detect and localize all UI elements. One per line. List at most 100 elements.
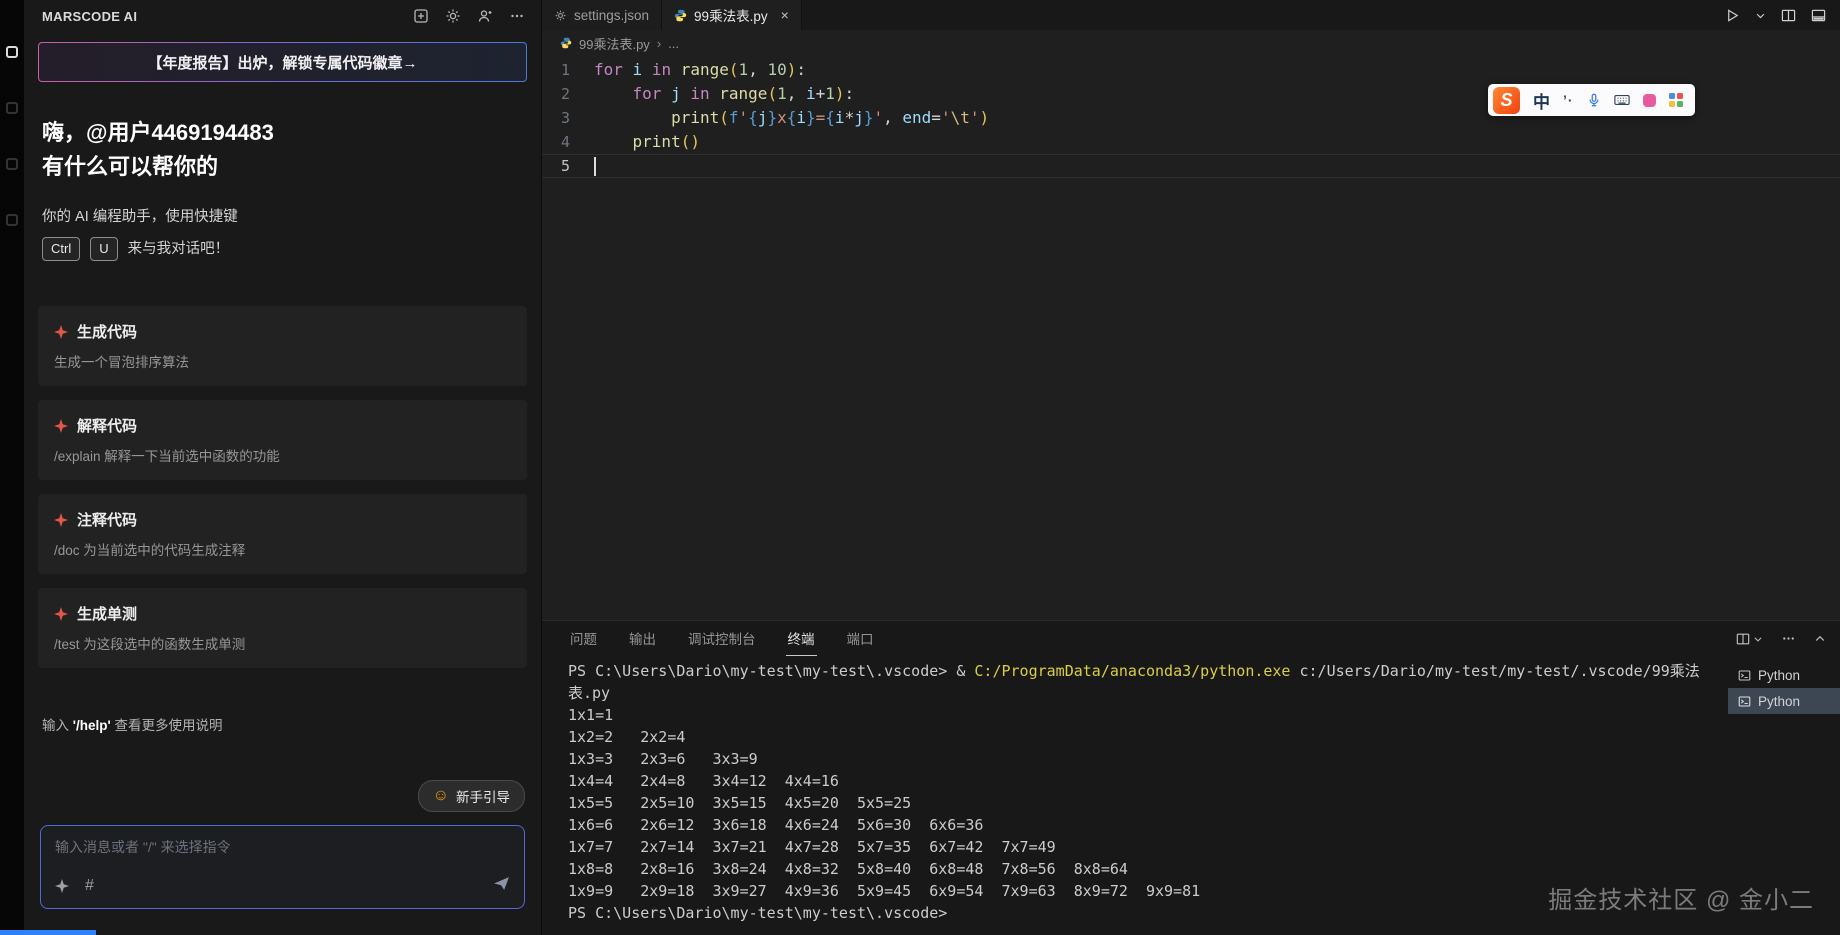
guide-button-label: 新手引导: [456, 786, 510, 806]
hash-context-button[interactable]: #: [85, 877, 94, 895]
spark-icon: [54, 607, 68, 621]
greeting-line1: 嗨，@用户4469194483: [42, 116, 523, 150]
panel-tab-output[interactable]: 输出: [627, 621, 658, 656]
python-icon: [560, 37, 572, 49]
panel-tab-ports[interactable]: 端口: [845, 621, 876, 656]
intro-line2: 来与我对话吧！: [128, 236, 230, 262]
intro-line1: 你的 AI 编程助手，使用快捷键: [42, 204, 523, 230]
greeting: 嗨，@用户4469194483 有什么可以帮你的: [42, 116, 523, 184]
card-generate-test[interactable]: 生成单测 /test 为这段选中的函数生成单测: [38, 588, 527, 668]
more-icon[interactable]: [1781, 631, 1796, 646]
editor-actions: [1725, 0, 1840, 30]
line-number: 5: [542, 154, 594, 178]
breadcrumb[interactable]: 99乘法表.py › ...: [542, 30, 1840, 56]
ime-punctuation-icon[interactable]: ’·: [1563, 92, 1574, 108]
panel-actions: [1736, 631, 1826, 646]
line-number: 1: [542, 58, 594, 82]
line-number: 2: [542, 82, 594, 106]
card-title: 生成单测: [77, 603, 137, 624]
activity-icon-3[interactable]: [6, 214, 18, 226]
keyboard-icon[interactable]: [1614, 93, 1630, 107]
more-icon[interactable]: [509, 8, 525, 24]
terminal-line: PS C:\Users\Dario\my-test\my-test\.vscod…: [568, 902, 1708, 924]
card-generate-code[interactable]: 生成代码 生成一个冒泡排序算法: [38, 306, 527, 386]
card-title: 生成代码: [77, 321, 137, 342]
card-title: 解释代码: [77, 415, 137, 436]
card-desc: /doc 为当前选中的代码生成注释: [54, 539, 511, 559]
terminal-line: 1x2=2 2x2=4: [568, 726, 1708, 748]
layout-panel-icon[interactable]: [1811, 8, 1826, 23]
sidebar-title: MARSCODE AI: [42, 9, 137, 24]
beginner-guide-button[interactable]: ☺ 新手引导: [418, 780, 525, 812]
profile-icon[interactable]: [477, 8, 493, 24]
chat-composer[interactable]: #: [40, 825, 525, 909]
text-cursor: [594, 157, 596, 176]
terminal-instance-list: Python Python: [1728, 656, 1840, 935]
code-line[interactable]: 4 print(): [542, 130, 1840, 154]
marscode-sidebar: MARSCODE AI 【年度报告】出炉，解锁专属代码徽章→ 嗨，@用户4469…: [24, 0, 542, 935]
tab-label: 99乘法表.py: [694, 5, 768, 25]
terminal-output[interactable]: PS C:\Users\Dario\my-test\my-test\.vscod…: [542, 656, 1728, 935]
card-desc: 生成一个冒泡排序算法: [54, 351, 511, 371]
tab-settings-json[interactable]: settings.json: [542, 0, 662, 30]
activity-icon-1[interactable]: [6, 102, 18, 114]
vscode-window: MARSCODE AI 【年度报告】出炉，解锁专属代码徽章→ 嗨，@用户4469…: [0, 0, 1840, 935]
terminal-line: 1x5=5 2x5=10 3x5=15 4x5=20 5x5=25: [568, 792, 1708, 814]
code-editor[interactable]: 1for i in range(1, 10):2 for j in range(…: [542, 56, 1840, 620]
panel-tab-problems[interactable]: 问题: [568, 621, 599, 656]
terminal-line: 1x9=9 2x9=18 3x9=27 4x9=36 5x9=45 6x9=54…: [568, 880, 1708, 902]
editor-tab-bar: settings.json 99乘法表.py ×: [542, 0, 1840, 30]
annual-report-banner[interactable]: 【年度报告】出炉，解锁专属代码徽章→: [38, 42, 527, 82]
chevron-down-icon[interactable]: [1755, 10, 1766, 21]
ime-skin-icon[interactable]: [1643, 94, 1656, 107]
ime-mode-chinese[interactable]: 中: [1533, 88, 1550, 113]
chat-input[interactable]: [55, 839, 510, 855]
panel-tab-debug-console[interactable]: 调试控制台: [686, 621, 758, 656]
send-icon[interactable]: [493, 875, 510, 897]
marscode-activity-icon[interactable]: [6, 46, 18, 58]
terminal-line: 1x1=1: [568, 704, 1708, 726]
terminal-icon: [1738, 695, 1751, 708]
card-comment-code[interactable]: 注释代码 /doc 为当前选中的代码生成注释: [38, 494, 527, 574]
ime-toolbox-icon[interactable]: [1669, 93, 1683, 107]
bottom-panel: 问题 输出 调试控制台 终端 端口 PS C:\Users\Dario\my-t…: [542, 620, 1840, 935]
terminal-instance-python-2[interactable]: Python: [1728, 688, 1840, 714]
run-icon[interactable]: [1725, 8, 1740, 23]
terminal-line: 1x6=6 2x6=12 3x6=18 4x6=24 5x6=30 6x6=36: [568, 814, 1708, 836]
smiley-icon: ☺: [433, 788, 449, 804]
activity-icon-2[interactable]: [6, 158, 18, 170]
terminal-line: 1x8=8 2x8=16 3x8=24 4x8=32 5x8=40 6x8=48…: [568, 858, 1708, 880]
terminal-icon: [1738, 669, 1751, 682]
close-icon[interactable]: ×: [781, 8, 789, 22]
breadcrumb-chevron-icon: ›: [657, 36, 661, 51]
spark-icon: [54, 513, 68, 527]
terminal-instance-label: Python: [1758, 694, 1800, 709]
bottom-blue-strip: [0, 930, 96, 935]
terminal-line: 1x3=3 2x3=6 3x3=9: [568, 748, 1708, 770]
card-explain-code[interactable]: 解释代码 /explain 解释一下当前选中函数的功能: [38, 400, 527, 480]
help-hint: 输入 '/help' 查看更多使用说明: [42, 714, 523, 734]
mic-icon[interactable]: [1587, 93, 1601, 107]
split-terminal-icon[interactable]: [1736, 632, 1750, 646]
terminal-line: 1x7=7 2x7=14 3x7=21 4x7=28 5x7=35 6x7=42…: [568, 836, 1708, 858]
chevron-down-icon[interactable]: [1753, 634, 1763, 644]
sogou-logo-icon[interactable]: S: [1493, 87, 1520, 114]
intro-text: 你的 AI 编程助手，使用快捷键 Ctrl U 来与我对话吧！: [42, 204, 523, 262]
breadcrumb-file[interactable]: 99乘法表.py: [579, 34, 650, 53]
activity-bar: [0, 0, 24, 935]
panel-tab-terminal[interactable]: 终端: [786, 621, 817, 656]
help-command: '/help': [73, 718, 111, 733]
code-line[interactable]: 1for i in range(1, 10):: [542, 58, 1840, 82]
split-editor-icon[interactable]: [1781, 8, 1796, 23]
card-title: 注释代码: [77, 509, 137, 530]
gear-icon[interactable]: [445, 8, 461, 24]
ime-toolbar: S 中 ’·: [1488, 84, 1695, 116]
code-line[interactable]: 5: [542, 154, 1840, 178]
new-chat-icon[interactable]: [413, 8, 429, 24]
breadcrumb-more[interactable]: ...: [668, 36, 679, 51]
chevron-up-icon[interactable]: [1814, 633, 1826, 645]
editor-region: settings.json 99乘法表.py × 99乘法表.py › ... …: [542, 0, 1840, 935]
tab-99-multiplication-py[interactable]: 99乘法表.py ×: [662, 0, 802, 30]
spark-command-icon[interactable]: [55, 879, 69, 893]
terminal-instance-python-1[interactable]: Python: [1728, 662, 1840, 688]
